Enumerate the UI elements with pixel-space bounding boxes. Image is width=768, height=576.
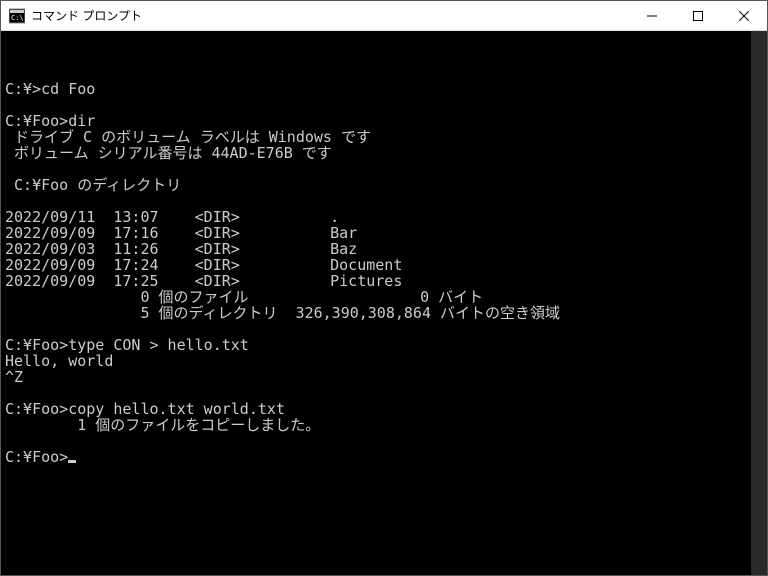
terminal-line: [5, 161, 763, 177]
terminal-line: 2022/09/09 17:24 <DIR> Document: [5, 257, 763, 273]
terminal-line: ^Z: [5, 369, 763, 385]
terminal-line: [5, 385, 763, 401]
terminal-line: [5, 65, 763, 81]
terminal-line: C:¥Foo のディレクトリ: [5, 177, 763, 193]
terminal-line: [5, 97, 763, 113]
terminal-line: ボリューム シリアル番号は 44AD-E76B です: [5, 145, 763, 161]
terminal-line: [5, 433, 763, 449]
terminal-line: C:¥>cd Foo: [5, 81, 763, 97]
close-button[interactable]: [721, 1, 767, 30]
terminal-line: 1 個のファイルをコピーしました。: [5, 417, 763, 433]
terminal-line: ドライブ C のボリューム ラベルは Windows です: [5, 129, 763, 145]
titlebar[interactable]: C:\ コマンド プロンプト: [1, 1, 767, 31]
minimize-button[interactable]: [629, 1, 675, 30]
terminal-line: 2022/09/09 17:16 <DIR> Bar: [5, 225, 763, 241]
terminal-line: 0 個のファイル 0 バイト: [5, 289, 763, 305]
terminal-line: [5, 193, 763, 209]
cursor: [68, 460, 76, 463]
terminal-line: 2022/09/11 13:07 <DIR> .: [5, 209, 763, 225]
terminal-line: Hello, world: [5, 353, 763, 369]
window-title: コマンド プロンプト: [31, 7, 629, 24]
command-prompt-window: C:\ コマンド プロンプト C:¥>cd Foo C:¥Foo>dir ドライ…: [0, 0, 768, 576]
terminal-line: C:¥Foo>copy hello.txt world.txt: [5, 401, 763, 417]
terminal-line: [5, 321, 763, 337]
cmd-icon: C:\: [9, 8, 25, 24]
window-controls: [629, 1, 767, 30]
terminal-line: C:¥Foo>: [5, 449, 763, 465]
terminal-area[interactable]: C:¥>cd Foo C:¥Foo>dir ドライブ C のボリューム ラベルは…: [1, 31, 767, 575]
terminal-line: 5 個のディレクトリ 326,390,308,864 バイトの空き領域: [5, 305, 763, 321]
maximize-button[interactable]: [675, 1, 721, 30]
terminal-line: C:¥Foo>dir: [5, 113, 763, 129]
terminal-line: C:¥Foo>type CON > hello.txt: [5, 337, 763, 353]
terminal-line: 2022/09/09 17:25 <DIR> Pictures: [5, 273, 763, 289]
scrollbar[interactable]: [751, 31, 767, 575]
terminal-line: 2022/09/03 11:26 <DIR> Baz: [5, 241, 763, 257]
svg-text:C:\: C:\: [11, 14, 24, 22]
terminal-content: C:¥>cd Foo C:¥Foo>dir ドライブ C のボリューム ラベルは…: [5, 65, 763, 465]
